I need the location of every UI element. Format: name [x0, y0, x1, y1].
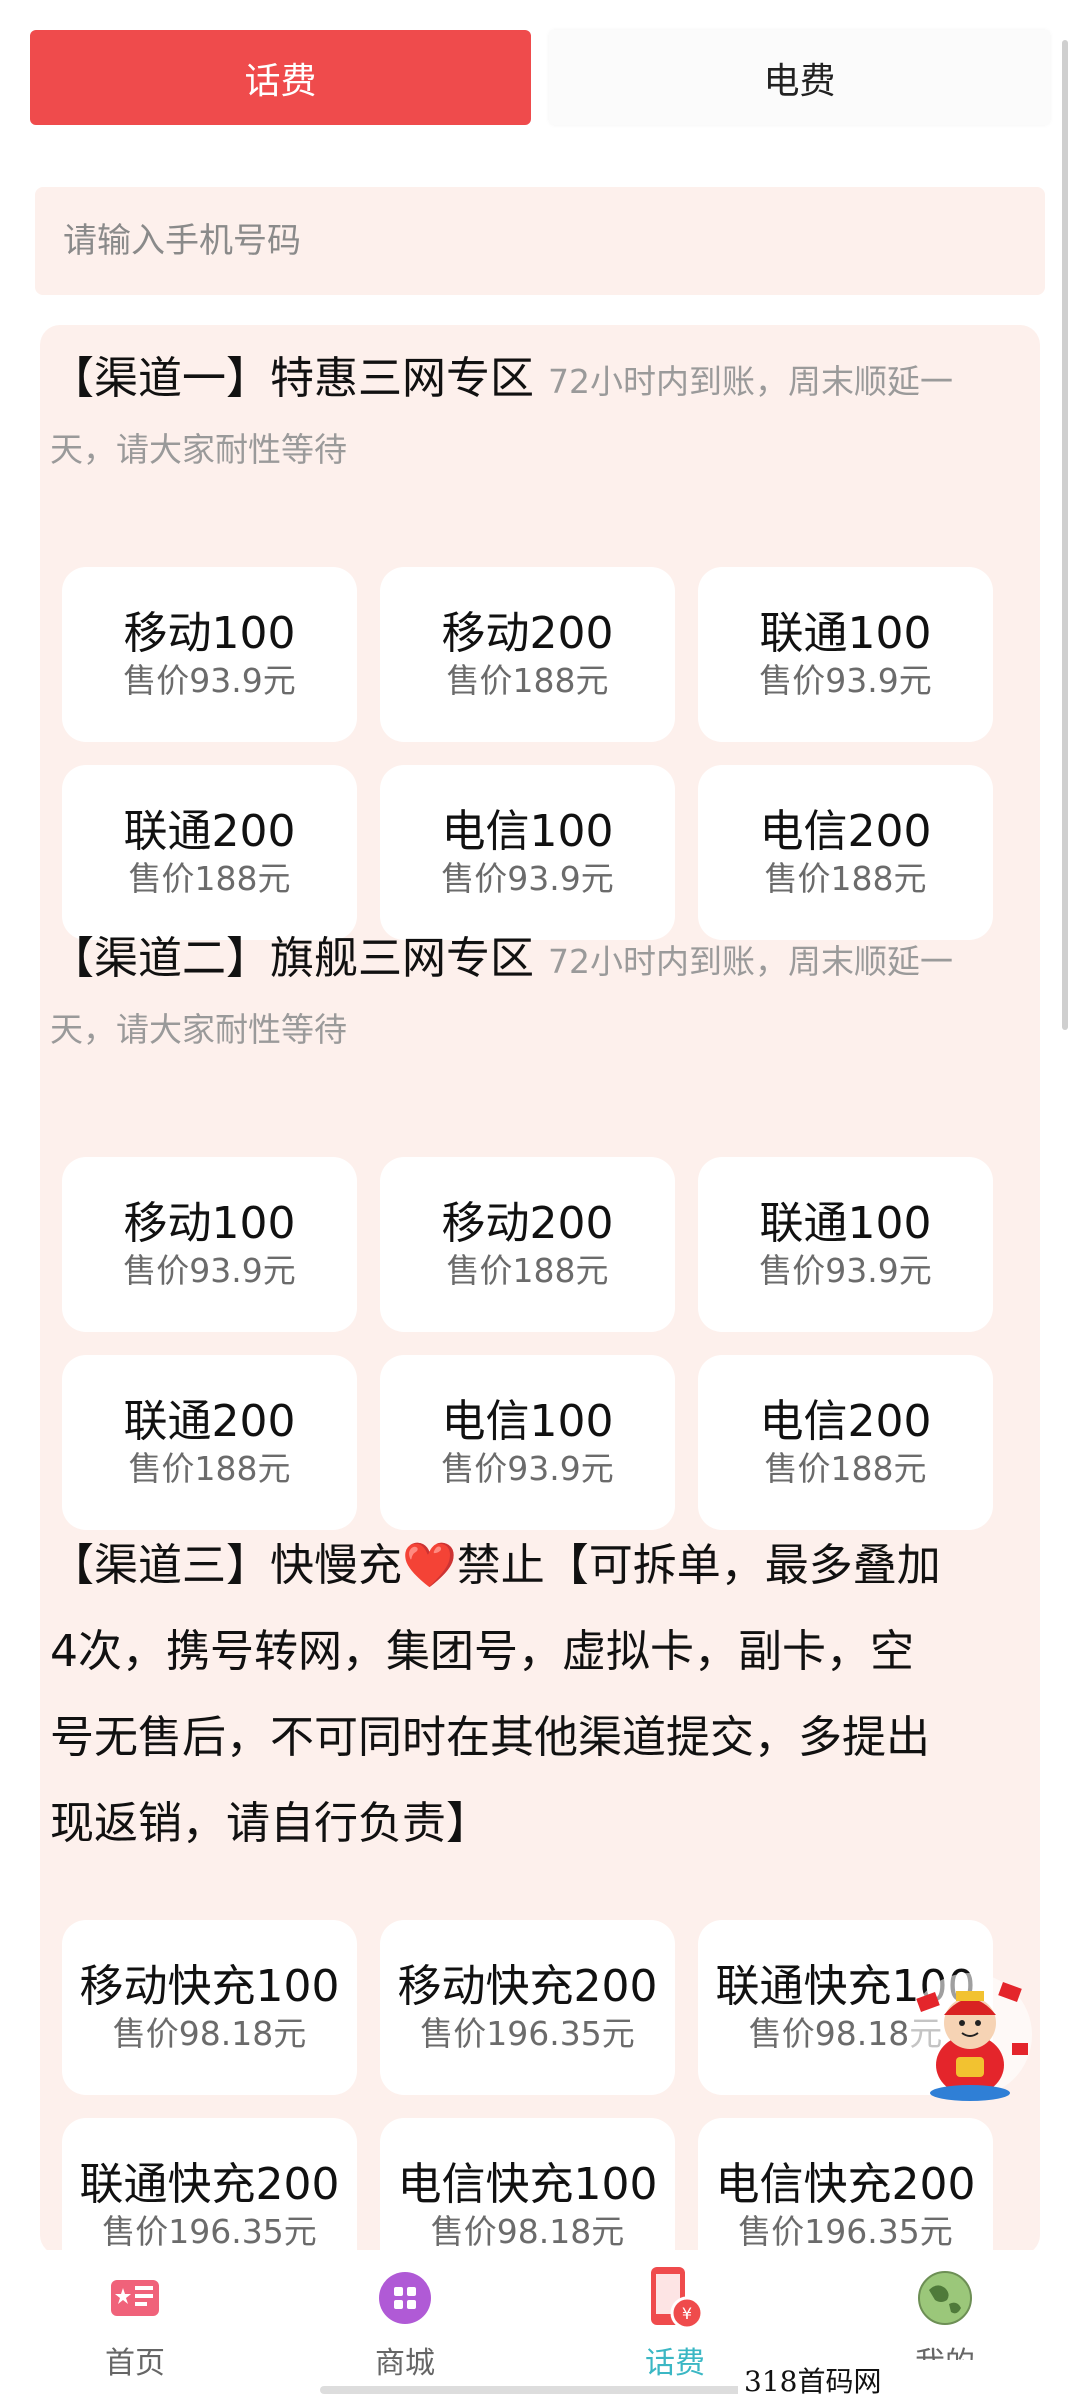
- product-name: 电信100: [441, 805, 614, 857]
- product-name: 电信100: [441, 1395, 614, 1447]
- product-price: 售价93.9元: [759, 660, 932, 700]
- channel3-line2: 4次，携号转网，集团号，虚拟卡，副卡，空: [50, 1626, 914, 1677]
- nav-item-mall[interactable]: 商城: [270, 2250, 540, 2400]
- mall-grid-icon: [375, 2268, 435, 2328]
- top-tabs: 话费 电费: [30, 30, 1050, 125]
- product-price: 售价196.35元: [738, 2211, 953, 2251]
- home-card-icon: [105, 2268, 165, 2328]
- nav-label-mall: 商城: [375, 2346, 435, 2381]
- channel2-note-cont: 天，请大家耐性等待: [50, 1010, 347, 1049]
- product-name: 联通100: [759, 1197, 932, 1249]
- tab-electricity[interactable]: 电费: [549, 30, 1050, 125]
- product-name: 联通200: [123, 1395, 296, 1447]
- heart-icon: ❤️: [402, 1540, 457, 1591]
- product-card[interactable]: 电信200 售价188元: [698, 765, 993, 940]
- watermark-text: 318首码网 www.e318.com: [738, 2360, 1080, 2400]
- nav-label-phone-bill: 话费: [645, 2346, 705, 2381]
- product-name: 电信200: [759, 1395, 932, 1447]
- channel2-note: 72小时内到账，周末顺延一: [548, 942, 953, 981]
- product-name: 移动快充200: [397, 1960, 658, 2012]
- product-card[interactable]: 移动200 售价188元: [380, 1157, 675, 1332]
- channel3-title: 【渠道三】快慢充: [50, 1540, 402, 1591]
- product-card[interactable]: 联通200 售价188元: [62, 1355, 357, 1530]
- channel3-section: 【渠道三】快慢充❤️禁止【可拆单，最多叠加 4次，携号转网，集团号，虚拟卡，副卡…: [50, 1523, 1040, 1867]
- channel1-title-line: 【渠道一】特惠三网专区 72小时内到账，周末顺延一: [50, 335, 1040, 426]
- product-card[interactable]: 移动200 售价188元: [380, 567, 675, 742]
- product-name: 移动200: [441, 1197, 614, 1249]
- channel3-line4: 现返销，请自行负责】: [50, 1798, 490, 1849]
- channel1-section: 【渠道一】特惠三网专区 72小时内到账，周末顺延一 天，请大家耐性等待: [50, 325, 1040, 479]
- product-name: 联通200: [123, 805, 296, 857]
- product-card[interactable]: 移动快充100 售价98.18元: [62, 1920, 357, 2095]
- product-card[interactable]: 电信快充100 售价98.18元: [380, 2118, 675, 2255]
- product-name: 移动100: [123, 607, 296, 659]
- channel3-grid: 移动快充100 售价98.18元 移动快充200 售价196.35元 联通快充100…: [62, 1920, 1002, 2255]
- channel2-title-line: 【渠道二】旗舰三网专区 72小时内到账，周末顺延一: [50, 915, 1040, 1006]
- nav-item-home[interactable]: 首页: [0, 2250, 270, 2400]
- product-price: 售价98.18元: [112, 2013, 307, 2053]
- floating-mascot-icon[interactable]: [900, 1965, 1040, 2105]
- channel1-note-cont: 天，请大家耐性等待: [50, 430, 347, 469]
- channel3-title-line: 【渠道三】快慢充❤️禁止【可拆单，最多叠加: [50, 1523, 1040, 1609]
- product-price: 售价188元: [128, 858, 291, 898]
- product-price: 售价93.9元: [123, 660, 296, 700]
- product-price: 售价188元: [446, 1250, 609, 1290]
- product-name: 电信快充200: [715, 2158, 976, 2210]
- product-card[interactable]: 电信100 售价93.9元: [380, 765, 675, 940]
- tab-phone-bill[interactable]: 话费: [30, 30, 531, 125]
- channel2-grid: 移动100 售价93.9元 移动200 售价188元 联通100 售价93.9元 联通…: [62, 1157, 1002, 1530]
- product-card[interactable]: 电信快充200 售价196.35元: [698, 2118, 993, 2255]
- channel3-line3: 号无售后，不可同时在其他渠道提交，多提出: [50, 1712, 930, 1763]
- product-price: 售价93.9元: [441, 858, 614, 898]
- phone-number-input[interactable]: [35, 187, 1045, 295]
- product-card[interactable]: 联通200 售价188元: [62, 765, 357, 940]
- product-price: 售价188元: [764, 858, 927, 898]
- product-name: 联通快充200: [79, 2158, 340, 2210]
- product-name: 移动快充100: [79, 1960, 340, 2012]
- product-card[interactable]: 移动100 售价93.9元: [62, 1157, 357, 1332]
- scrollbar[interactable]: [1062, 40, 1068, 1030]
- product-name: 电信200: [759, 805, 932, 857]
- product-card[interactable]: 联通100 售价93.9元: [698, 567, 993, 742]
- product-name: 联通100: [759, 607, 932, 659]
- product-card[interactable]: 电信200 售价188元: [698, 1355, 993, 1530]
- svg-text:¥: ¥: [682, 2304, 692, 2323]
- channel1-note: 72小时内到账，周末顺延一: [548, 362, 953, 401]
- product-price: 售价93.9元: [441, 1448, 614, 1488]
- product-price: 售价98.18元: [430, 2211, 625, 2251]
- product-price: 售价188元: [446, 660, 609, 700]
- channel1-grid: 移动100 售价93.9元 移动200 售价188元 联通100 售价93.9元 联通…: [62, 567, 1002, 940]
- profile-globe-icon: [915, 2268, 975, 2328]
- channel2-title: 【渠道二】旗舰三网专区: [50, 933, 534, 984]
- product-card[interactable]: 联通100 售价93.9元: [698, 1157, 993, 1332]
- product-card[interactable]: 移动100 售价93.9元: [62, 567, 357, 742]
- product-card[interactable]: 移动快充200 售价196.35元: [380, 1920, 675, 2095]
- product-price: 售价93.9元: [759, 1250, 932, 1290]
- product-name: 电信快充100: [397, 2158, 658, 2210]
- product-price: 售价188元: [128, 1448, 291, 1488]
- product-card[interactable]: 电信100 售价93.9元: [380, 1355, 675, 1530]
- product-price: 售价93.9元: [123, 1250, 296, 1290]
- products-panel: 【渠道一】特惠三网专区 72小时内到账，周末顺延一 天，请大家耐性等待 移动10…: [40, 325, 1040, 2255]
- phone-bill-icon: ¥: [645, 2267, 705, 2330]
- product-price: 售价196.35元: [420, 2013, 635, 2053]
- channel1-title: 【渠道一】特惠三网专区: [50, 353, 534, 404]
- nav-label-home: 首页: [105, 2346, 165, 2381]
- product-name: 移动200: [441, 607, 614, 659]
- product-price: 售价188元: [764, 1448, 927, 1488]
- product-card[interactable]: 联通快充200 售价196.35元: [62, 2118, 357, 2255]
- channel3-title-rest: 禁止【可拆单，最多叠加: [456, 1540, 941, 1591]
- product-name: 移动100: [123, 1197, 296, 1249]
- product-price: 售价196.35元: [102, 2211, 317, 2251]
- home-indicator[interactable]: [320, 2386, 760, 2394]
- channel2-section: 【渠道二】旗舰三网专区 72小时内到账，周末顺延一 天，请大家耐性等待: [50, 915, 1040, 1059]
